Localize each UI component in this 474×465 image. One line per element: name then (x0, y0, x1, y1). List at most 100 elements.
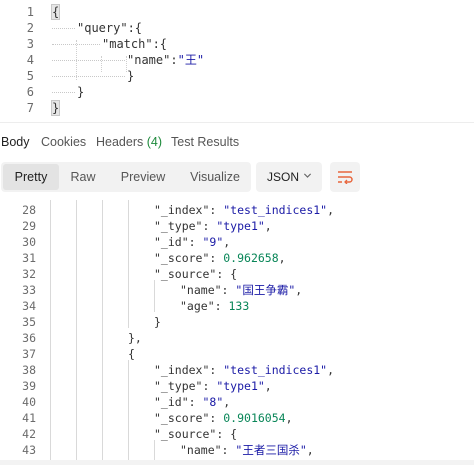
line-number: 30 (22, 235, 36, 249)
line-number: 33 (22, 283, 36, 297)
code-text: "_id": "9", (154, 234, 230, 250)
line-number: 2 (26, 21, 34, 35)
json-punctuation: , (223, 235, 231, 249)
response-view-toolbar: Pretty Raw Preview Visualize JSON (0, 160, 474, 196)
response-code-line: 34 "age": 133 (0, 298, 474, 314)
json-punctuation: , (295, 283, 303, 297)
whitespace-marker (52, 44, 100, 45)
line-number: 36 (22, 331, 36, 345)
json-key: "_score" (154, 411, 210, 425)
response-code-line: 38 "_index": "test_indices1", (0, 362, 474, 378)
line-number: 32 (22, 267, 36, 281)
json-punctuation: , (264, 379, 272, 393)
json-punctuation: : (209, 203, 224, 217)
json-punctuation: } (154, 315, 161, 329)
matched-brace: { (50, 4, 61, 20)
response-body-viewer[interactable]: 28 "_index": "test_indices1", 29 "_type": "… (0, 200, 474, 465)
whitespace-marker (52, 60, 125, 61)
wrap-lines-button[interactable] (330, 162, 360, 192)
response-code-line: 40 "_id": "8", (0, 394, 474, 410)
json-punctuation: , (306, 443, 314, 457)
json-string: "王者三国杀" (235, 443, 307, 457)
response-code-line: 36}, (0, 330, 474, 346)
json-punctuation: , (327, 363, 335, 377)
view-raw-button[interactable]: Raw (61, 164, 105, 190)
line-number: 6 (26, 85, 34, 99)
json-punctuation: : (221, 283, 236, 297)
line-number: 35 (22, 315, 36, 329)
tab-body[interactable]: Body (1, 135, 30, 149)
json-string: "王" (177, 53, 205, 67)
json-punctuation: : { (216, 427, 238, 441)
matched-brace: } (50, 100, 61, 116)
json-string: "test_indices1" (223, 203, 328, 217)
response-code-line: 41 "_score": 0.9016054, (0, 410, 474, 426)
json-punctuation: : (209, 251, 224, 265)
json-punctuation: , (285, 411, 293, 425)
format-select-value: JSON (267, 170, 300, 184)
code-text: "name": "王者三国杀", (180, 442, 314, 458)
json-key: "_id" (154, 235, 189, 249)
request-code-line: 3 "match":{ (0, 36, 474, 52)
json-punctuation: : (188, 235, 203, 249)
json-key: "match" (102, 37, 153, 51)
json-punctuation: } (127, 69, 135, 83)
request-code-line: 5} (0, 68, 474, 84)
code-text: "_type": "type1", (154, 378, 272, 394)
code-text: "_score": 0.9016054, (154, 410, 293, 426)
json-string: "8" (202, 395, 224, 409)
json-punctuation: } (77, 85, 85, 99)
code-text: "name":"王" (127, 52, 204, 68)
response-code-line: 37 { (0, 346, 474, 362)
code-text: } (77, 84, 84, 100)
json-punctuation: : { (216, 267, 238, 281)
json-punctuation: : (209, 363, 224, 377)
code-text: "_source": { (154, 426, 237, 442)
format-select[interactable]: JSON (256, 162, 322, 192)
view-pretty-button[interactable]: Pretty (3, 164, 59, 190)
code-text: "age": 133 (180, 298, 249, 314)
response-code-line: 35} (0, 314, 474, 330)
tab-test-results[interactable]: Test Results (171, 135, 239, 149)
tab-headers[interactable]: Headers (4) (96, 135, 162, 149)
code-text: "_index": "test_indices1", (154, 362, 334, 378)
line-number: 5 (26, 69, 34, 83)
json-punctuation: { (128, 347, 135, 361)
json-key: "name" (180, 283, 222, 297)
view-visualize-button[interactable]: Visualize (181, 164, 249, 190)
json-punctuation: , (264, 219, 272, 233)
code-text: } (154, 314, 161, 330)
json-string: "国王争霸" (235, 283, 296, 297)
json-key: "_type" (154, 379, 203, 393)
tab-cookies[interactable]: Cookies (41, 135, 86, 149)
json-punctuation: : (202, 219, 217, 233)
json-punctuation: :{ (152, 37, 168, 51)
code-text: }, (128, 330, 142, 346)
request-code-line: 2 "query":{ (0, 20, 474, 36)
request-body-editor[interactable]: 1{2 "query":{3 "match":{4 "name":"王" 5} 6} 7} (0, 0, 474, 122)
json-punctuation: :{ (127, 21, 143, 35)
json-number: 133 (228, 299, 250, 313)
request-code-line: 6} (0, 84, 474, 100)
json-punctuation: : (170, 53, 178, 67)
json-number: 0.962658 (223, 251, 279, 265)
code-text: } (127, 68, 134, 84)
response-code-line: 30 "_id": "9", (0, 234, 474, 250)
code-text: "_index": "test_indices1", (154, 202, 334, 218)
line-number: 4 (26, 53, 34, 67)
json-key: "_source" (154, 427, 217, 441)
headers-count-badge: (4) (146, 135, 163, 149)
response-code-line: 31 "_score": 0.962658, (0, 250, 474, 266)
request-code-line: 1{ (0, 4, 474, 20)
json-punctuation: }, (128, 331, 142, 345)
status-strip (0, 460, 474, 465)
line-number: 3 (26, 37, 34, 51)
json-punctuation: : (188, 395, 203, 409)
json-key: "name" (127, 53, 171, 67)
code-text: } (50, 100, 61, 116)
view-preview-button[interactable]: Preview (111, 164, 175, 190)
request-code-line: 4 "name":"王" (0, 52, 474, 68)
line-number: 29 (22, 219, 36, 233)
json-number: 0.9016054 (223, 411, 286, 425)
chevron-down-icon (303, 173, 312, 178)
